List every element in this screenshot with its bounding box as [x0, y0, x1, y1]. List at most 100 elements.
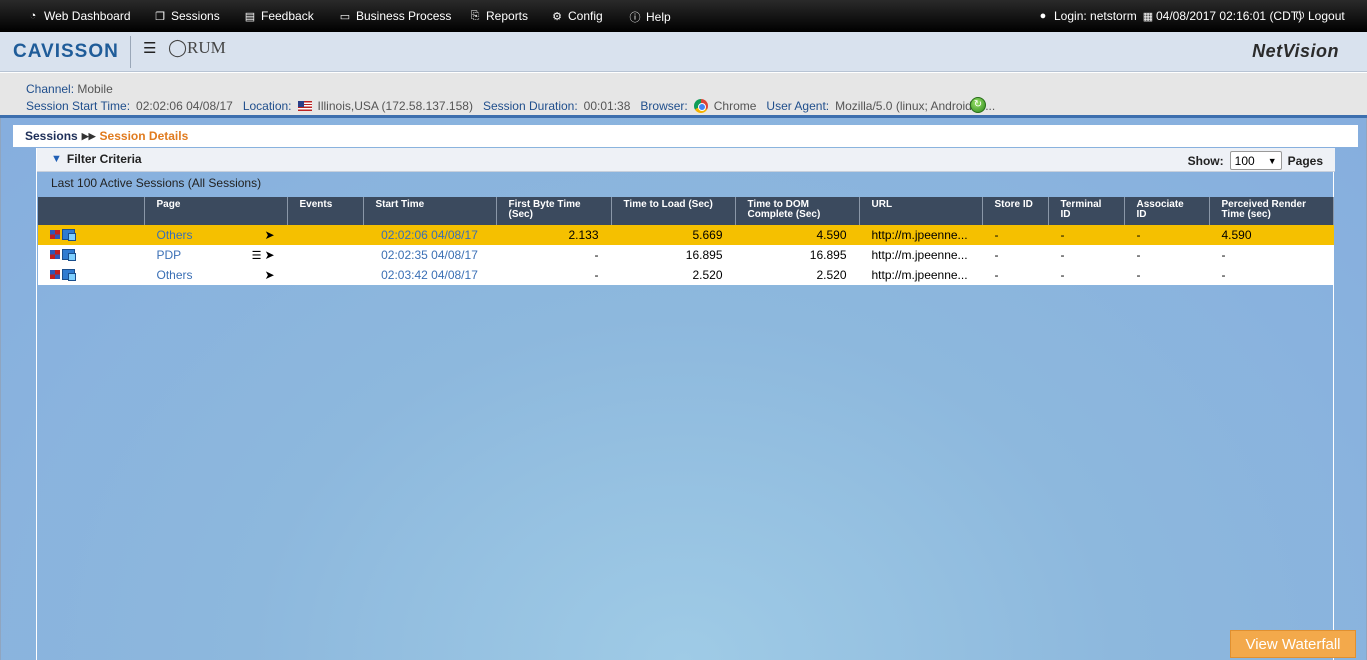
url-cell[interactable]: http://m.jpeenne...	[859, 225, 982, 245]
screenshot-icon[interactable]	[62, 269, 76, 281]
header-events[interactable]: Events	[287, 197, 364, 225]
usa-flag-icon	[297, 101, 312, 111]
nav-reports-label: Reports	[486, 9, 529, 23]
nav-config[interactable]: ⚙ Config	[551, 9, 603, 23]
click-event-icon[interactable]: ➤	[264, 228, 274, 242]
duration-label: Session Duration:	[482, 99, 578, 113]
pages-table: Page Events Start Time First Byte Time (…	[38, 197, 1334, 285]
page-size-value: 100	[1234, 153, 1255, 168]
nav-business-process[interactable]: ▭ Business Process	[339, 9, 452, 23]
start-time-cell[interactable]: 02:02:06 04/08/17	[363, 225, 496, 245]
nav-web-dashboard[interactable]: ◔ Web Dashboard	[27, 9, 131, 23]
dashboard-icon: ◔	[29, 10, 37, 22]
events-cell	[287, 245, 363, 265]
table-row[interactable]: PDP ☰ ➤ 02:02:35 04/08/17 - 16.895 16.895 …	[38, 245, 1334, 265]
table-row[interactable]: Others ➤ 02:02:06 04/08/17 2.133 5.669 4.…	[38, 225, 1334, 245]
main-content: Sessions ▶▶ Session Details ▼ Filter Cri…	[0, 118, 1367, 660]
page-size-select[interactable]: 100 ▼	[1229, 151, 1282, 170]
channel-info: Channel: Mobile	[26, 82, 117, 96]
location-value: Illinois,USA (172.58.137.158)	[317, 99, 473, 113]
chevron-down-icon: ▼	[1267, 155, 1277, 166]
help-icon: ⓘ	[629, 12, 641, 24]
events-cell	[287, 225, 363, 245]
nav-feedback[interactable]: ▤ Feedback	[244, 9, 314, 23]
header-first-byte[interactable]: First Byte Time (Sec)	[496, 197, 612, 225]
sessions-count-text: Last 100 Active Sessions (All Sessions)	[51, 176, 262, 190]
session-meta: Session Start Time: 02:02:06 04/08/17 Lo…	[26, 99, 999, 113]
header-store-id[interactable]: Store ID	[982, 197, 1049, 225]
nav-sessions[interactable]: ❐ Sessions	[154, 9, 220, 23]
page-name[interactable]: Others	[157, 228, 193, 242]
associate-id-cell: -	[1136, 268, 1141, 282]
store-id-cell: -	[994, 228, 999, 242]
first-byte-cell: -	[594, 268, 599, 282]
table-empty-area	[38, 316, 1334, 660]
header-terminal-id[interactable]: Terminal ID	[1048, 197, 1125, 225]
nav-sessions-label: Sessions	[171, 9, 220, 23]
chrome-icon	[693, 99, 708, 113]
location-label: Location:	[242, 99, 292, 113]
dom-complete-cell: 16.895	[809, 248, 847, 262]
triangle-down-icon: ▼	[51, 153, 62, 165]
channel-label: Channel:	[26, 82, 75, 96]
row-icons	[38, 245, 144, 265]
netvision-logo: NetVision	[1252, 41, 1339, 61]
click-event-icon[interactable]: ➤	[264, 268, 274, 282]
header-icons	[38, 197, 145, 225]
render-time-cell: -	[1221, 248, 1226, 262]
refresh-icon[interactable]: ↻	[970, 97, 986, 113]
power-icon: ⏻	[1295, 9, 1305, 22]
header-page[interactable]: Page	[144, 197, 288, 225]
login-info: ● Login: netstorm	[1037, 9, 1137, 23]
store-id-cell: -	[994, 248, 999, 262]
hamburger-menu-icon[interactable]: ☰	[143, 39, 156, 57]
page-size-control: Show: 100 ▼ Pages	[1188, 151, 1323, 170]
table-row[interactable]: Others ➤ 02:03:42 04/08/17 - 2.520 2.520 …	[38, 265, 1334, 285]
nav-reports[interactable]: ⎘ Reports	[469, 9, 528, 23]
screenshot-icon[interactable]	[62, 249, 76, 261]
browser-label: Browser:	[640, 99, 688, 113]
start-time-cell[interactable]: 02:02:35 04/08/17	[363, 245, 496, 265]
page-name-cell[interactable]: PDP ☰ ➤	[144, 245, 287, 265]
cavisson-logo: CAVISSON	[13, 41, 119, 62]
grid-icon[interactable]	[50, 230, 60, 239]
url-cell[interactable]: http://m.jpeenne...	[859, 245, 982, 265]
brand-bar: CAVISSON ☰ ◯RUM NetVision	[0, 32, 1367, 72]
nav-feedback-label: Feedback	[261, 9, 314, 23]
click-event-icon[interactable]: ➤	[264, 248, 274, 262]
url-cell[interactable]: http://m.jpeenne...	[859, 265, 982, 285]
datetime-info: ▦ 04/08/2017 02:16:01 (CDT)	[1142, 9, 1302, 23]
logout-label: Logout	[1308, 9, 1345, 23]
store-id-cell: -	[994, 268, 999, 282]
filter-criteria-toggle[interactable]: ▼ Filter Criteria	[51, 152, 142, 166]
first-byte-cell: -	[594, 248, 599, 262]
header-url[interactable]: URL	[859, 197, 983, 225]
breadcrumb-sessions-link[interactable]: Sessions	[25, 129, 78, 143]
header-time-to-load[interactable]: Time to Load (Sec)	[611, 197, 736, 225]
dom-complete-cell: 2.520	[816, 268, 847, 282]
page-name-cell[interactable]: Others ➤	[144, 265, 287, 285]
breadcrumb: Sessions ▶▶ Session Details	[13, 125, 1358, 147]
sessions-icon: ❐	[155, 10, 165, 23]
rum-circle-icon: ◯	[168, 38, 188, 57]
list-event-icon[interactable]: ☰	[252, 250, 262, 262]
logout-button[interactable]: ⏻ Logout	[1294, 9, 1345, 23]
view-waterfall-button[interactable]: View Waterfall	[1230, 630, 1356, 658]
header-start-time[interactable]: Start Time	[363, 197, 497, 225]
page-name-cell[interactable]: Others ➤	[144, 225, 287, 245]
header-associate-id[interactable]: Associate ID	[1124, 197, 1210, 225]
nav-help-label: Help	[646, 10, 671, 24]
time-to-load-cell: 16.895	[685, 248, 723, 262]
header-dom-complete[interactable]: Time to DOM Complete (Sec)	[735, 197, 860, 225]
grid-icon[interactable]	[50, 250, 60, 259]
channel-value: Mobile	[77, 82, 113, 96]
screenshot-icon[interactable]	[62, 229, 76, 241]
header-render-time[interactable]: Perceived Render Time (sec)	[1209, 197, 1334, 225]
nav-help[interactable]: ⓘ Help	[629, 9, 671, 25]
page-name[interactable]: Others	[157, 268, 193, 282]
terminal-id-cell: -	[1060, 268, 1065, 282]
associate-id-cell: -	[1136, 248, 1141, 262]
start-time-cell[interactable]: 02:03:42 04/08/17	[363, 265, 496, 285]
page-name[interactable]: PDP	[157, 248, 182, 262]
grid-icon[interactable]	[50, 270, 60, 279]
